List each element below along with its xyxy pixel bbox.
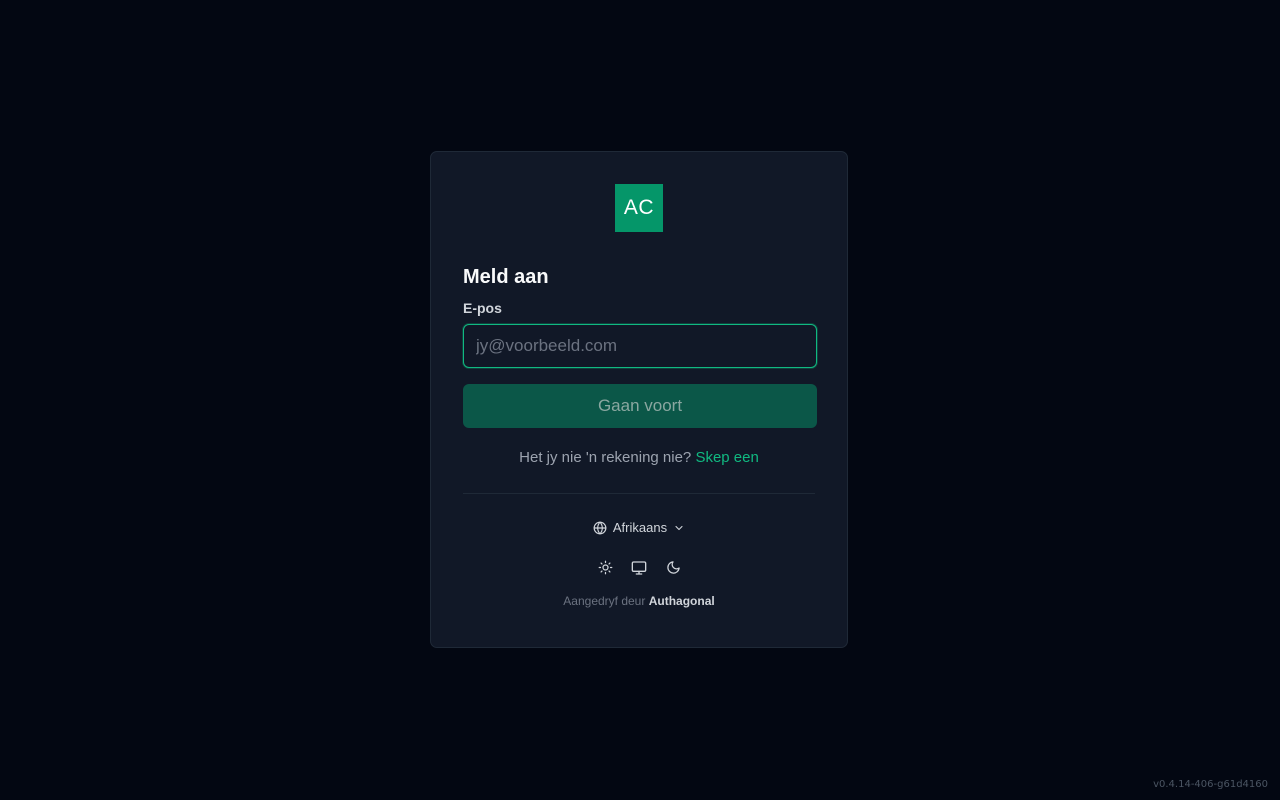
- monitor-icon: [631, 560, 647, 579]
- powered-by-text: Aangedryf deur: [563, 594, 646, 608]
- language-label: Afrikaans: [612, 520, 668, 535]
- email-field[interactable]: [463, 324, 817, 368]
- theme-switcher: [463, 557, 815, 581]
- signup-text: Het jy nie 'n rekening nie?: [519, 449, 692, 466]
- chevron-down-icon: [673, 522, 685, 534]
- page-title: Meld aan: [463, 266, 549, 288]
- globe-icon: [593, 521, 607, 535]
- logo-container: AC: [463, 184, 815, 232]
- version-label: v0.4.14-406-g61d4160: [1153, 779, 1268, 790]
- create-account-link[interactable]: Skep een: [695, 449, 758, 466]
- sun-icon: [598, 560, 613, 578]
- signup-prompt: Het jy nie 'n rekening nie? Skep een: [463, 449, 815, 467]
- email-label: E-pos: [463, 300, 502, 316]
- powered-by-link[interactable]: Authagonal: [649, 594, 715, 608]
- light-theme-button[interactable]: [593, 557, 617, 581]
- dark-theme-button[interactable]: [661, 557, 685, 581]
- app-logo: AC: [615, 184, 663, 232]
- moon-icon: [666, 560, 681, 578]
- login-page: AC Meld aan E-pos Gaan voort Het jy nie …: [0, 0, 1280, 800]
- continue-button[interactable]: Gaan voort: [463, 384, 817, 428]
- divider: [463, 493, 815, 494]
- powered-by: Aangedryf deur Authagonal: [463, 594, 815, 608]
- login-card: AC Meld aan E-pos Gaan voort Het jy nie …: [430, 151, 848, 648]
- language-selector-wrap: Afrikaans: [463, 520, 815, 535]
- language-selector[interactable]: Afrikaans: [593, 520, 685, 535]
- system-theme-button[interactable]: [627, 557, 651, 581]
